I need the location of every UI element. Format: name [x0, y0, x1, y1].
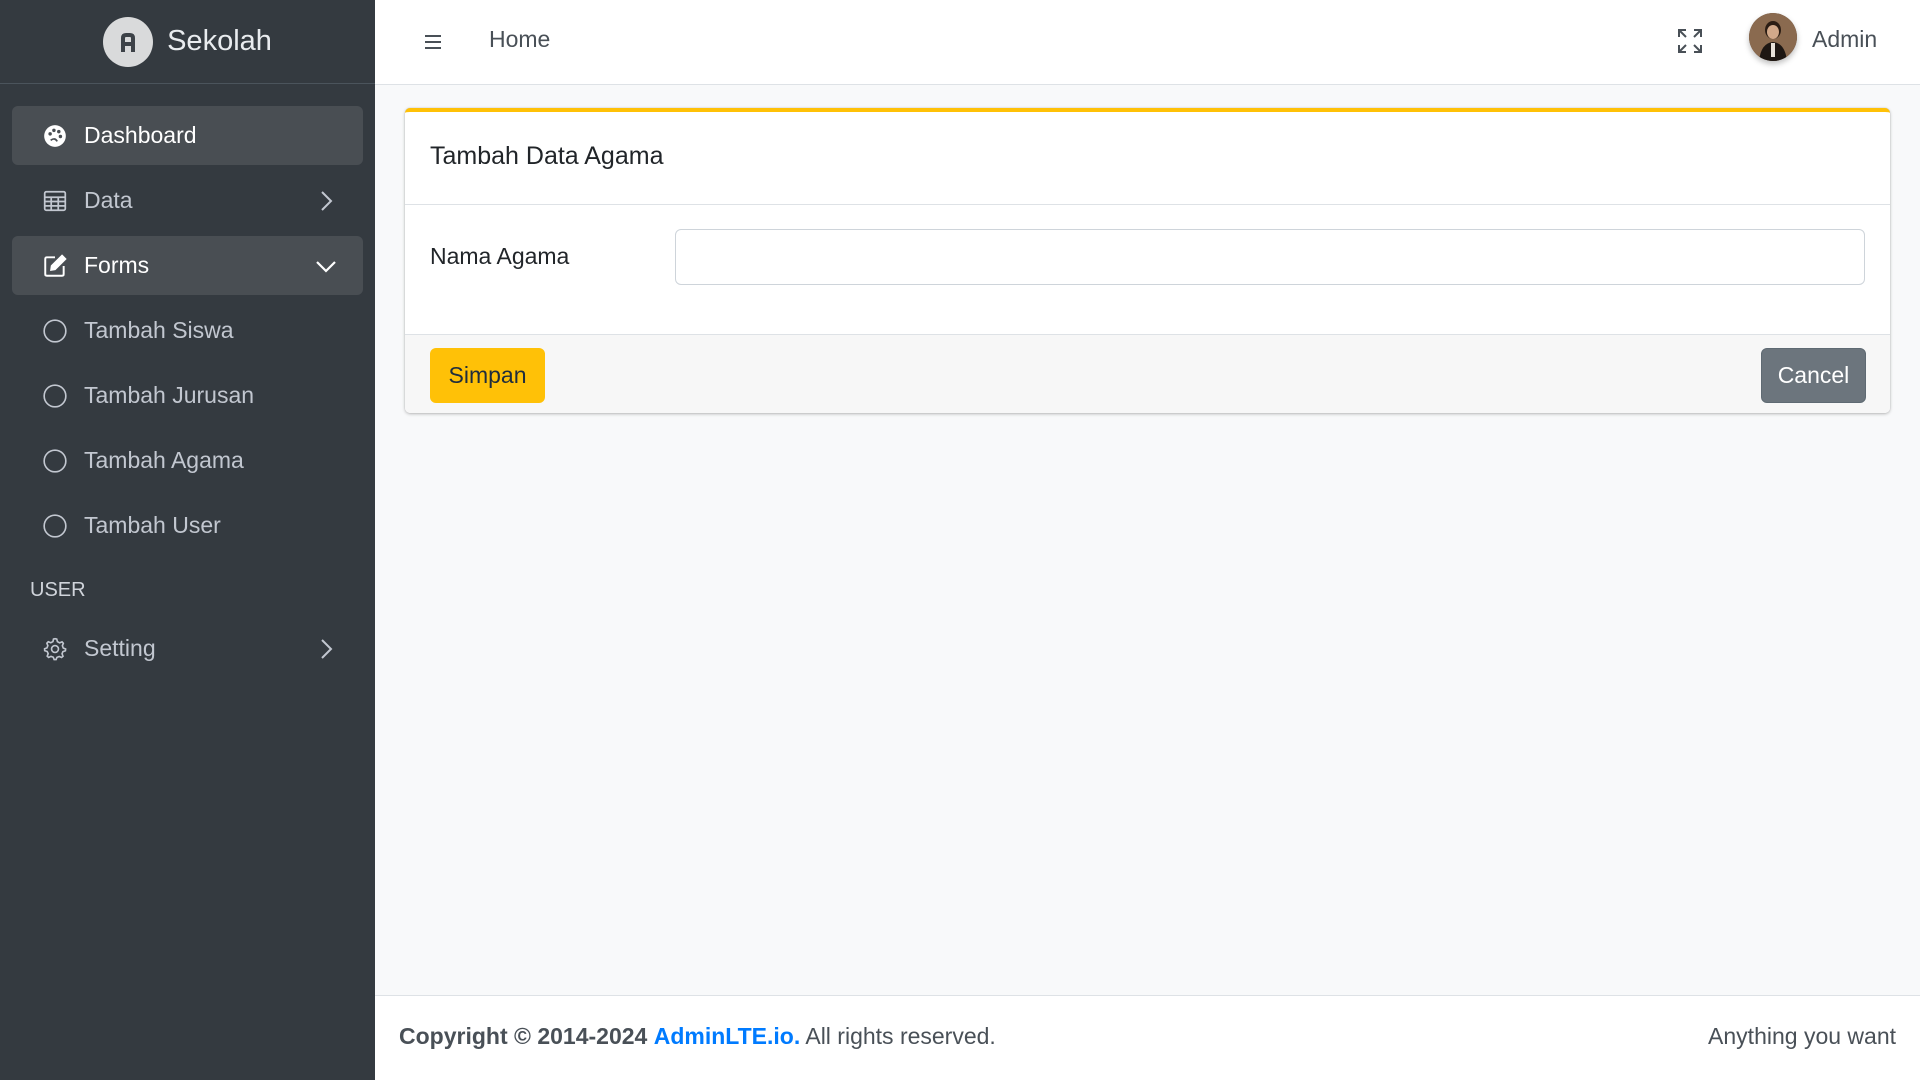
- sidebar-item-dashboard[interactable]: Dashboard: [12, 106, 363, 165]
- sidebar-item-forms[interactable]: Forms: [12, 236, 363, 295]
- chevron-right-icon: [315, 638, 337, 660]
- chevron-down-icon: [315, 255, 337, 277]
- brand-name: Sekolah: [167, 25, 272, 57]
- sidebar-item-label: Setting: [84, 635, 156, 661]
- sidebar-item-setting[interactable]: Setting: [12, 619, 363, 678]
- palette-icon: [40, 121, 70, 151]
- chevron-right-icon: [315, 190, 337, 212]
- fullscreen-icon[interactable]: [1675, 26, 1705, 56]
- page-footer: Copyright © 2014-2024 AdminLTE.io. All r…: [375, 995, 1920, 1080]
- circle-icon: [40, 511, 70, 541]
- sidebar-item-label: Tambah Jurusan: [84, 382, 255, 408]
- sidebar: Sekolah Dashboard Data Forms Tambah Sisw…: [0, 0, 375, 1080]
- sidebar-item-label: Tambah Agama: [84, 447, 244, 473]
- sidebar-nav: Dashboard Data Forms Tambah Siswa Tambah…: [0, 84, 375, 678]
- form-card: Tambah Data Agama Nama Agama Simpan Canc…: [405, 108, 1890, 413]
- sidebar-item-label: Forms: [84, 252, 150, 278]
- menu-toggle-icon[interactable]: [419, 28, 447, 56]
- top-navbar: Home Admin: [375, 0, 1920, 85]
- home-link[interactable]: Home: [489, 26, 550, 53]
- circle-icon: [40, 381, 70, 411]
- sidebar-item-tambah-user[interactable]: Tambah User: [12, 496, 363, 555]
- adminlte-logo-icon: [103, 16, 154, 67]
- sidebar-item-tambah-jurusan[interactable]: Tambah Jurusan: [12, 366, 363, 425]
- pencil-square-icon: [40, 251, 70, 281]
- adminlte-link[interactable]: AdminLTE.io.: [654, 1023, 801, 1049]
- sidebar-item-label: Data: [84, 187, 133, 213]
- save-button[interactable]: Simpan: [430, 348, 545, 403]
- sidebar-item-data[interactable]: Data: [12, 171, 363, 230]
- nama-agama-input[interactable]: [675, 229, 1865, 285]
- sidebar-item-label: Tambah User: [84, 512, 221, 538]
- card-title: Tambah Data Agama: [405, 112, 1890, 205]
- sidebar-item-label: Dashboard: [84, 122, 197, 148]
- gear-icon: [40, 634, 70, 664]
- sidebar-item-tambah-siswa[interactable]: Tambah Siswa: [12, 301, 363, 360]
- brand-link[interactable]: Sekolah: [0, 0, 375, 84]
- user-avatar[interactable]: [1749, 13, 1797, 61]
- sidebar-item-tambah-agama[interactable]: Tambah Agama: [12, 431, 363, 490]
- copyright-text: Copyright © 2014-2024 AdminLTE.io. All r…: [399, 1023, 996, 1050]
- card-footer: Simpan Cancel: [405, 334, 1890, 413]
- card-body: Nama Agama: [405, 205, 1890, 335]
- nama-agama-label: Nama Agama: [430, 243, 570, 269]
- copyright-prefix: Copyright © 2014-2024: [399, 1023, 648, 1049]
- user-name[interactable]: Admin: [1812, 26, 1877, 53]
- circle-icon: [40, 446, 70, 476]
- sidebar-header-user: USER: [30, 579, 86, 601]
- forms-submenu: Tambah Siswa Tambah Jurusan Tambah Agama…: [12, 301, 363, 555]
- copyright-suffix: All rights reserved.: [805, 1023, 996, 1049]
- footer-right-text: Anything you want: [1708, 1023, 1896, 1049]
- cancel-button[interactable]: Cancel: [1761, 348, 1866, 403]
- table-icon: [40, 186, 70, 216]
- circle-icon: [40, 316, 70, 346]
- sidebar-item-label: Tambah Siswa: [84, 317, 234, 343]
